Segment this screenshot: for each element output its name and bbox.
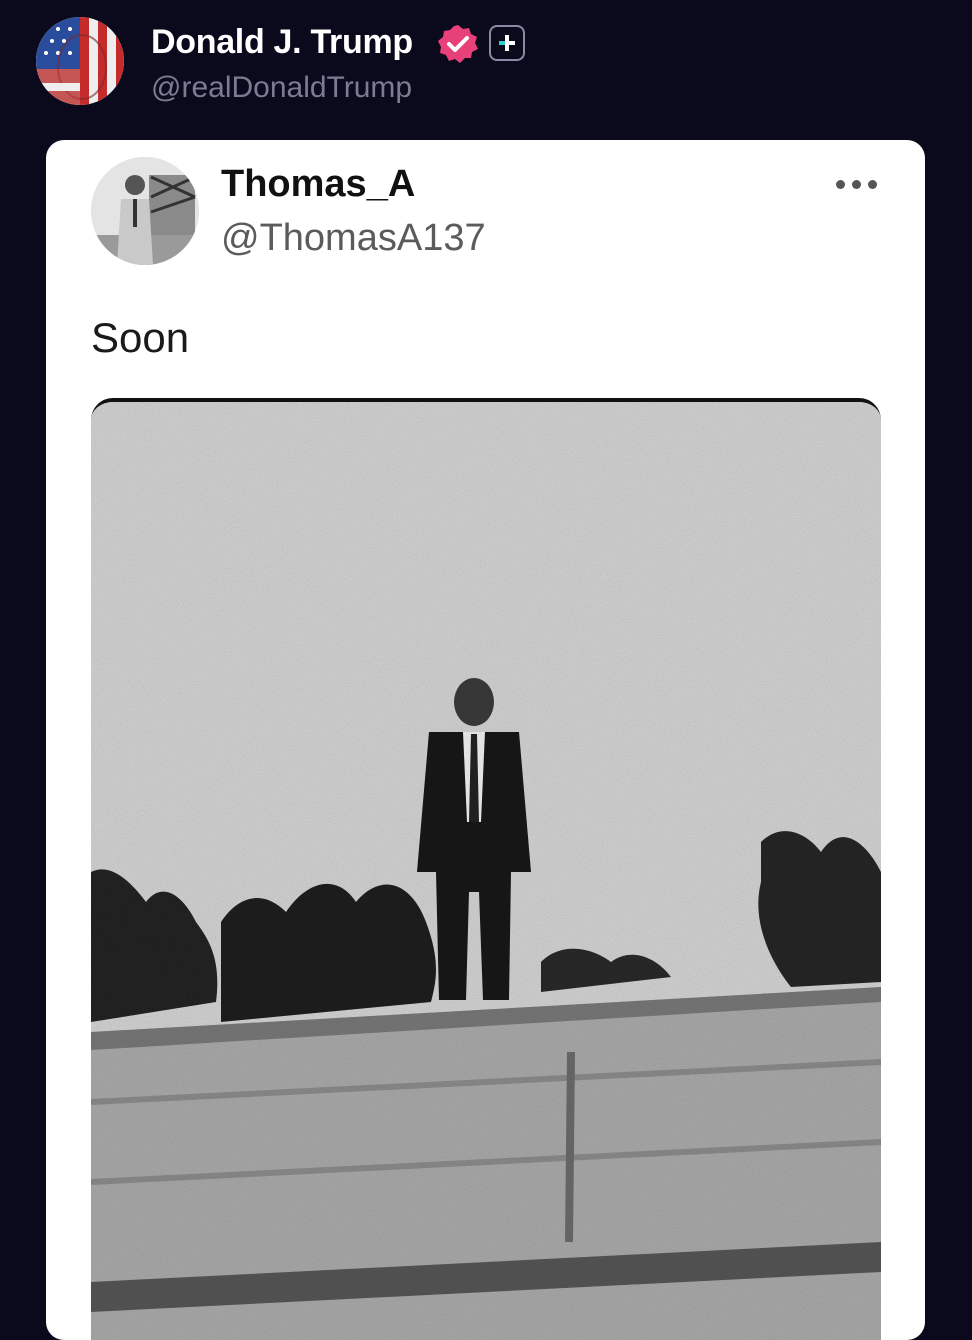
post-header: Donald J. Trump @realDonaldTrump bbox=[0, 0, 972, 130]
quoted-handle[interactable]: @ThomasA137 bbox=[221, 214, 486, 262]
plus-badge-icon[interactable] bbox=[489, 25, 525, 61]
figure-on-rooftop-photo-icon bbox=[91, 402, 881, 1340]
ellipsis-icon[interactable] bbox=[836, 178, 878, 192]
post-image[interactable] bbox=[91, 398, 881, 1340]
poster-avatar[interactable] bbox=[36, 17, 124, 105]
post-text: Soon bbox=[91, 314, 190, 361]
poster-handle[interactable]: @realDonaldTrump bbox=[151, 68, 412, 108]
quoted-avatar[interactable] bbox=[91, 157, 199, 265]
quoted-name[interactable]: Thomas_A bbox=[221, 160, 415, 208]
poster-name[interactable]: Donald J. Trump bbox=[151, 20, 413, 64]
man-in-suit-avatar-icon bbox=[91, 157, 199, 265]
quoted-post-card[interactable]: Thomas_A @ThomasA137 Soon bbox=[46, 140, 925, 1340]
verified-badge-icon bbox=[437, 23, 479, 65]
flag-face-avatar-icon bbox=[36, 17, 124, 105]
